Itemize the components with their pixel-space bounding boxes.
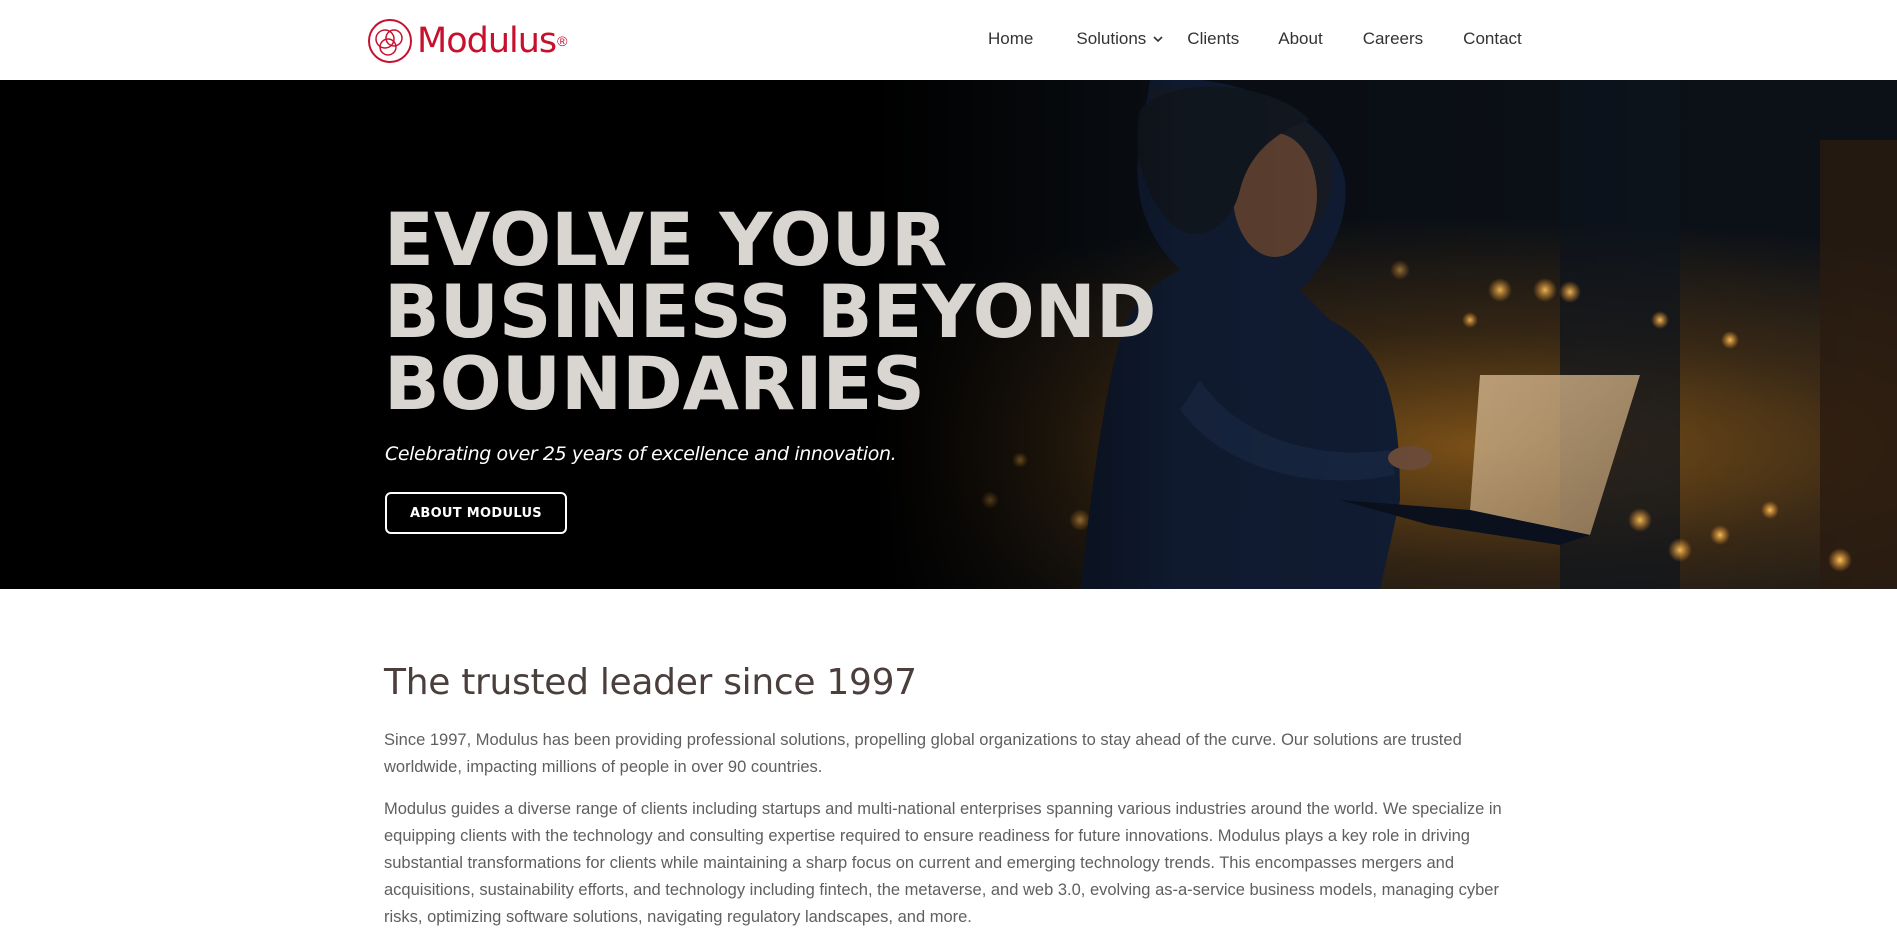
nav-careers-label: Careers — [1362, 29, 1424, 48]
intro-paragraph: Since 1997, Modulus has been providing p… — [384, 731, 1462, 776]
nav-solutions-label: Solutions — [1076, 29, 1147, 48]
logo-text: Modulus — [417, 21, 557, 61]
modulus-circles-logo-icon — [368, 19, 412, 63]
nav-solutions[interactable]: Solutions — [1076, 29, 1164, 49]
section-title: The trusted leader since 1997 — [384, 662, 917, 703]
nav-careers[interactable]: Careers — [1363, 29, 1423, 49]
hero-title-line-2: BUSINESS BEYOND — [384, 270, 1157, 355]
nav-home[interactable]: Home — [988, 29, 1033, 49]
logo[interactable]: Modulus ® — [367, 18, 567, 64]
chevron-down-icon[interactable] — [1152, 33, 1164, 45]
nav-contact[interactable]: Contact — [1463, 29, 1522, 49]
site-header: Modulus ® Home Solutions Clients About C… — [0, 0, 1897, 80]
hero-title-line-1: EVOLVE YOUR — [384, 198, 948, 283]
nav-clients-label: Clients — [1187, 29, 1240, 48]
registered-mark: ® — [557, 33, 568, 49]
hero-banner: EVOLVE YOUR BUSINESS BEYOND BOUNDARIES C… — [0, 80, 1897, 589]
nav-home-label: Home — [988, 29, 1034, 48]
hero-subtitle: Celebrating over 25 years of excellence … — [385, 443, 897, 465]
nav-contact-label: Contact — [1463, 29, 1522, 48]
nav-about-label: About — [1278, 29, 1323, 48]
hero-title: EVOLVE YOUR BUSINESS BEYOND BOUNDARIES — [384, 198, 1157, 427]
main-nav: Home Solutions Clients About Careers Con… — [980, 0, 1522, 78]
nav-clients[interactable]: Clients — [1187, 29, 1239, 49]
about-modulus-button[interactable]: ABOUT MODULUS — [385, 492, 567, 534]
hero-title-line-3: BOUNDARIES — [384, 342, 925, 427]
details-paragraph: Modulus guides a diverse range of client… — [384, 800, 1502, 926]
nav-about[interactable]: About — [1278, 29, 1322, 49]
